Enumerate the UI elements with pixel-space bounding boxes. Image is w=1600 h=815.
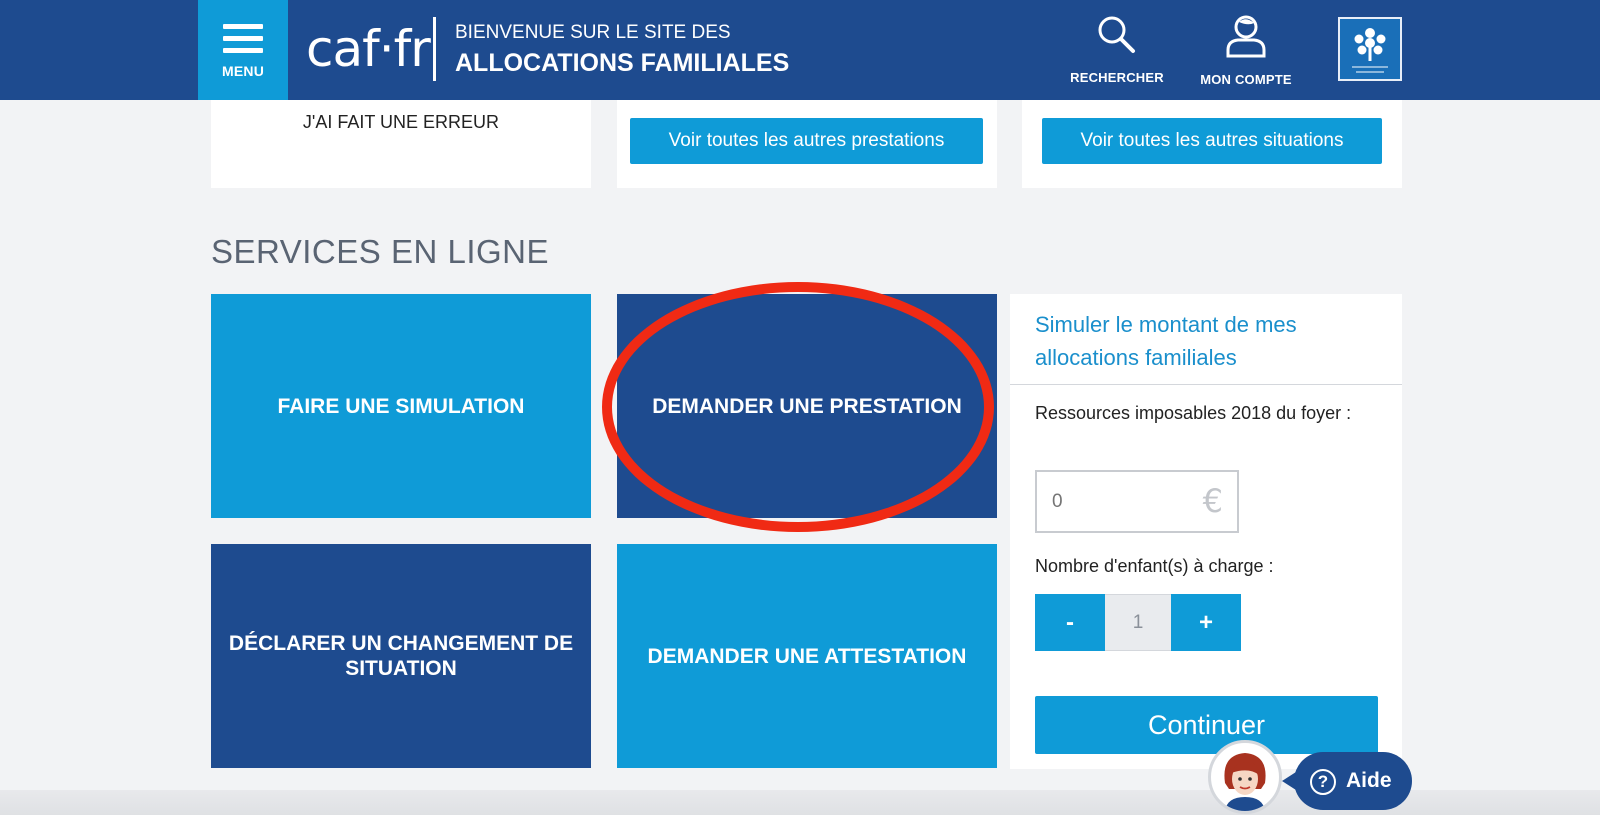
welcome-line-2: ALLOCATIONS FAMILIALES bbox=[455, 49, 790, 77]
services-section-title: SERVICES EN LIGNE bbox=[211, 233, 550, 270]
account-button[interactable]: MON COMPTE bbox=[1191, 14, 1301, 87]
help-label: Aide bbox=[1346, 769, 1392, 792]
income-label: Ressources imposables 2018 du foyer : bbox=[1035, 403, 1352, 423]
simulator-panel: Simuler le montant de mes allocations fa… bbox=[1010, 294, 1402, 769]
question-icon: ? bbox=[1310, 769, 1336, 795]
help-button[interactable]: ? Aide bbox=[1282, 752, 1412, 810]
request-benefit-tile[interactable]: DEMANDER UNE PRESTATION bbox=[617, 294, 997, 518]
welcome-line-1: BIENVENUE SUR LE SITE DES bbox=[455, 22, 731, 43]
mistake-card: J'AI FAIT UNE ERREUR bbox=[211, 100, 591, 188]
account-label: MON COMPTE bbox=[1200, 72, 1292, 87]
search-icon bbox=[1098, 16, 1135, 53]
allocations-familiales-logo[interactable] bbox=[1338, 17, 1402, 81]
search-button[interactable]: RECHERCHER bbox=[1062, 14, 1172, 85]
hamburger-icon bbox=[223, 24, 263, 60]
speech-tail bbox=[1282, 772, 1296, 790]
euro-icon: € bbox=[1202, 482, 1223, 520]
menu-button[interactable]: MENU bbox=[198, 0, 288, 100]
situations-card: Voir toutes les autres situations bbox=[1022, 100, 1402, 188]
children-count[interactable]: 1 bbox=[1105, 594, 1171, 651]
simulation-tile[interactable]: FAIRE UNE SIMULATION bbox=[211, 294, 591, 518]
welcome-banner: BIENVENUE SUR LE SITE DES ALLOCATIONS FA… bbox=[455, 22, 789, 78]
benefits-card: Voir toutes les autres prestations bbox=[617, 100, 997, 188]
site-header: MENU caf·fr BIENVENUE SUR LE SITE DES AL… bbox=[0, 0, 1600, 100]
mistake-link[interactable]: J'AI FAIT UNE ERREUR bbox=[211, 112, 591, 133]
income-field[interactable]: € bbox=[1035, 470, 1239, 533]
search-label: RECHERCHER bbox=[1070, 70, 1164, 85]
income-input[interactable] bbox=[1037, 472, 1187, 531]
all-benefits-button[interactable]: Voir toutes les autres prestations bbox=[630, 118, 983, 164]
assistant-avatar[interactable] bbox=[1208, 740, 1282, 814]
caf-logo[interactable]: caf·fr bbox=[306, 20, 431, 78]
user-icon bbox=[1226, 15, 1266, 58]
menu-label: MENU bbox=[221, 63, 265, 79]
assistant-face-icon bbox=[1224, 753, 1266, 811]
request-certificate-tile[interactable]: DEMANDER UNE ATTESTATION bbox=[617, 544, 997, 768]
all-situations-button[interactable]: Voir toutes les autres situations bbox=[1042, 118, 1382, 164]
children-label: Nombre d'enfant(s) à charge : bbox=[1035, 556, 1274, 576]
family-tree-icon bbox=[1352, 28, 1388, 73]
logo-divider bbox=[433, 17, 436, 81]
simulator-title: Simuler le montant de mes allocations fa… bbox=[1035, 312, 1297, 370]
declare-change-tile[interactable]: DÉCLARER UN CHANGEMENT DE SITUATION bbox=[211, 544, 591, 768]
continue-button[interactable]: Continuer bbox=[1035, 696, 1378, 754]
simulator-divider bbox=[1010, 384, 1402, 385]
decrement-button[interactable]: - bbox=[1035, 594, 1105, 651]
increment-button[interactable]: + bbox=[1171, 594, 1241, 651]
